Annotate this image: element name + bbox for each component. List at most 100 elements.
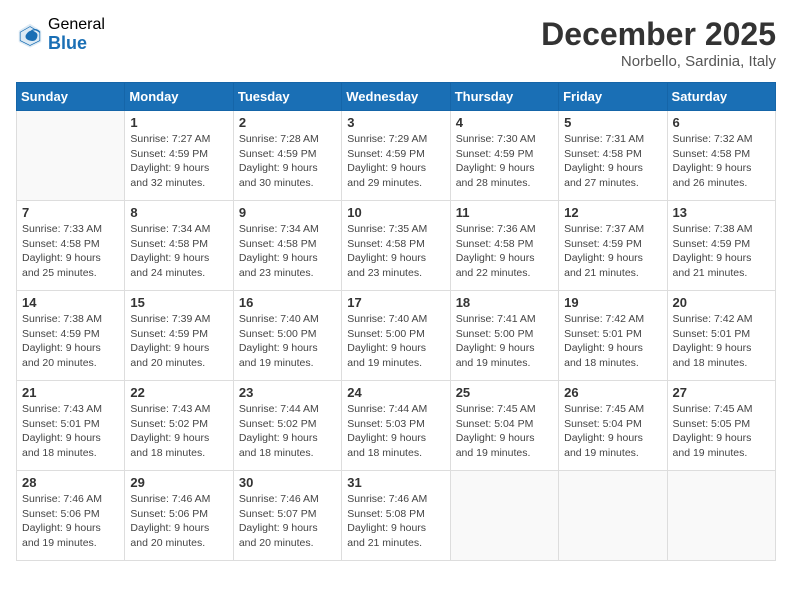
day-info: Sunrise: 7:43 AMSunset: 5:02 PMDaylight:… (130, 402, 227, 461)
day-info: Sunrise: 7:39 AMSunset: 4:59 PMDaylight:… (130, 312, 227, 371)
day-number: 31 (347, 475, 444, 490)
day-number: 1 (130, 115, 227, 130)
column-header-friday: Friday (559, 83, 667, 111)
day-info: Sunrise: 7:27 AMSunset: 4:59 PMDaylight:… (130, 132, 227, 191)
calendar-cell: 18 Sunrise: 7:41 AMSunset: 5:00 PMDayligh… (450, 291, 558, 381)
day-info: Sunrise: 7:46 AMSunset: 5:08 PMDaylight:… (347, 492, 444, 551)
column-header-sunday: Sunday (17, 83, 125, 111)
logo-text: General Blue (48, 16, 105, 53)
day-number: 29 (130, 475, 227, 490)
calendar-cell: 16 Sunrise: 7:40 AMSunset: 5:00 PMDayligh… (233, 291, 341, 381)
calendar-cell: 2 Sunrise: 7:28 AMSunset: 4:59 PMDaylight… (233, 111, 341, 201)
calendar-cell: 26 Sunrise: 7:45 AMSunset: 5:04 PMDayligh… (559, 381, 667, 471)
day-number: 23 (239, 385, 336, 400)
day-number: 17 (347, 295, 444, 310)
day-number: 6 (673, 115, 770, 130)
day-info: Sunrise: 7:44 AMSunset: 5:03 PMDaylight:… (347, 402, 444, 461)
day-number: 13 (673, 205, 770, 220)
calendar-cell: 27 Sunrise: 7:45 AMSunset: 5:05 PMDayligh… (667, 381, 775, 471)
column-header-monday: Monday (125, 83, 233, 111)
day-info: Sunrise: 7:45 AMSunset: 5:05 PMDaylight:… (673, 402, 770, 461)
calendar-cell: 11 Sunrise: 7:36 AMSunset: 4:58 PMDayligh… (450, 201, 558, 291)
calendar-cell: 7 Sunrise: 7:33 AMSunset: 4:58 PMDaylight… (17, 201, 125, 291)
day-number: 3 (347, 115, 444, 130)
day-info: Sunrise: 7:33 AMSunset: 4:58 PMDaylight:… (22, 222, 119, 281)
day-info: Sunrise: 7:41 AMSunset: 5:00 PMDaylight:… (456, 312, 553, 371)
day-number: 21 (22, 385, 119, 400)
calendar-cell: 10Sunrise: 7:35 AMSunset: 4:58 PMDayligh… (342, 201, 450, 291)
day-info: Sunrise: 7:46 AMSunset: 5:06 PMDaylight:… (22, 492, 119, 551)
calendar-cell: 23Sunrise: 7:44 AMSunset: 5:02 PMDayligh… (233, 381, 341, 471)
title-block: December 2025 Norbello, Sardinia, Italy (541, 16, 776, 70)
calendar-cell: 12 Sunrise: 7:37 AMSunset: 4:59 PMDayligh… (559, 201, 667, 291)
day-info: Sunrise: 7:36 AMSunset: 4:58 PMDaylight:… (456, 222, 553, 281)
day-number: 24 (347, 385, 444, 400)
calendar-cell (17, 111, 125, 201)
day-info: Sunrise: 7:45 AMSunset: 5:04 PMDaylight:… (456, 402, 553, 461)
day-info: Sunrise: 7:40 AMSunset: 5:00 PMDaylight:… (239, 312, 336, 371)
day-number: 14 (22, 295, 119, 310)
day-number: 28 (22, 475, 119, 490)
calendar-cell: 14 Sunrise: 7:38 AMSunset: 4:59 PMDayligh… (17, 291, 125, 381)
day-info: Sunrise: 7:40 AMSunset: 5:00 PMDaylight:… (347, 312, 444, 371)
day-info: Sunrise: 7:35 AMSunset: 4:58 PMDaylight:… (347, 222, 444, 281)
day-number: 25 (456, 385, 553, 400)
day-number: 27 (673, 385, 770, 400)
week-row-4: 21Sunrise: 7:43 AMSunset: 5:01 PMDayligh… (17, 381, 776, 471)
calendar-cell: 3Sunrise: 7:29 AMSunset: 4:59 PMDaylight… (342, 111, 450, 201)
day-number: 16 (239, 295, 336, 310)
day-number: 11 (456, 205, 553, 220)
day-info: Sunrise: 7:46 AMSunset: 5:07 PMDaylight:… (239, 492, 336, 551)
day-number: 20 (673, 295, 770, 310)
day-info: Sunrise: 7:42 AMSunset: 5:01 PMDaylight:… (673, 312, 770, 371)
logo-blue: Blue (48, 34, 105, 54)
day-number: 5 (564, 115, 661, 130)
calendar-cell: 5Sunrise: 7:31 AMSunset: 4:58 PMDaylight… (559, 111, 667, 201)
day-number: 12 (564, 205, 661, 220)
calendar-cell: 24 Sunrise: 7:44 AMSunset: 5:03 PMDayligh… (342, 381, 450, 471)
column-header-wednesday: Wednesday (342, 83, 450, 111)
logo-icon (16, 21, 44, 49)
calendar-cell (450, 471, 558, 561)
logo-general: General (48, 16, 105, 34)
calendar-cell: 25 Sunrise: 7:45 AMSunset: 5:04 PMDayligh… (450, 381, 558, 471)
day-info: Sunrise: 7:45 AMSunset: 5:04 PMDaylight:… (564, 402, 661, 461)
logo: General Blue (16, 16, 105, 53)
week-row-5: 28 Sunrise: 7:46 AMSunset: 5:06 PMDayligh… (17, 471, 776, 561)
calendar-cell: 17 Sunrise: 7:40 AMSunset: 5:00 PMDayligh… (342, 291, 450, 381)
day-info: Sunrise: 7:28 AMSunset: 4:59 PMDaylight:… (239, 132, 336, 191)
day-info: Sunrise: 7:34 AMSunset: 4:58 PMDaylight:… (239, 222, 336, 281)
week-row-1: 1 Sunrise: 7:27 AMSunset: 4:59 PMDaylight… (17, 111, 776, 201)
calendar-cell: 22Sunrise: 7:43 AMSunset: 5:02 PMDayligh… (125, 381, 233, 471)
day-number: 2 (239, 115, 336, 130)
day-number: 4 (456, 115, 553, 130)
calendar-cell: 31 Sunrise: 7:46 AMSunset: 5:08 PMDayligh… (342, 471, 450, 561)
calendar-cell: 15Sunrise: 7:39 AMSunset: 4:59 PMDayligh… (125, 291, 233, 381)
calendar-cell: 28 Sunrise: 7:46 AMSunset: 5:06 PMDayligh… (17, 471, 125, 561)
day-info: Sunrise: 7:38 AMSunset: 4:59 PMDaylight:… (22, 312, 119, 371)
day-number: 8 (130, 205, 227, 220)
day-info: Sunrise: 7:32 AMSunset: 4:58 PMDaylight:… (673, 132, 770, 191)
week-row-3: 14 Sunrise: 7:38 AMSunset: 4:59 PMDayligh… (17, 291, 776, 381)
week-row-2: 7 Sunrise: 7:33 AMSunset: 4:58 PMDaylight… (17, 201, 776, 291)
calendar-cell (559, 471, 667, 561)
calendar-cell: 20 Sunrise: 7:42 AMSunset: 5:01 PMDayligh… (667, 291, 775, 381)
calendar-cell: 8 Sunrise: 7:34 AMSunset: 4:58 PMDaylight… (125, 201, 233, 291)
day-info: Sunrise: 7:37 AMSunset: 4:59 PMDaylight:… (564, 222, 661, 281)
day-info: Sunrise: 7:30 AMSunset: 4:59 PMDaylight:… (456, 132, 553, 191)
page-header: General Blue December 2025 Norbello, Sar… (16, 16, 776, 70)
day-info: Sunrise: 7:34 AMSunset: 4:58 PMDaylight:… (130, 222, 227, 281)
day-number: 7 (22, 205, 119, 220)
month-title: December 2025 (541, 16, 776, 53)
day-number: 30 (239, 475, 336, 490)
column-header-thursday: Thursday (450, 83, 558, 111)
calendar-cell: 21Sunrise: 7:43 AMSunset: 5:01 PMDayligh… (17, 381, 125, 471)
calendar-cell: 1 Sunrise: 7:27 AMSunset: 4:59 PMDaylight… (125, 111, 233, 201)
day-number: 18 (456, 295, 553, 310)
calendar-cell: 13Sunrise: 7:38 AMSunset: 4:59 PMDayligh… (667, 201, 775, 291)
calendar-cell: 6 Sunrise: 7:32 AMSunset: 4:58 PMDaylight… (667, 111, 775, 201)
calendar-header-row: SundayMondayTuesdayWednesdayThursdayFrid… (17, 83, 776, 111)
location: Norbello, Sardinia, Italy (541, 53, 776, 70)
day-number: 26 (564, 385, 661, 400)
calendar-cell: 30 Sunrise: 7:46 AMSunset: 5:07 PMDayligh… (233, 471, 341, 561)
